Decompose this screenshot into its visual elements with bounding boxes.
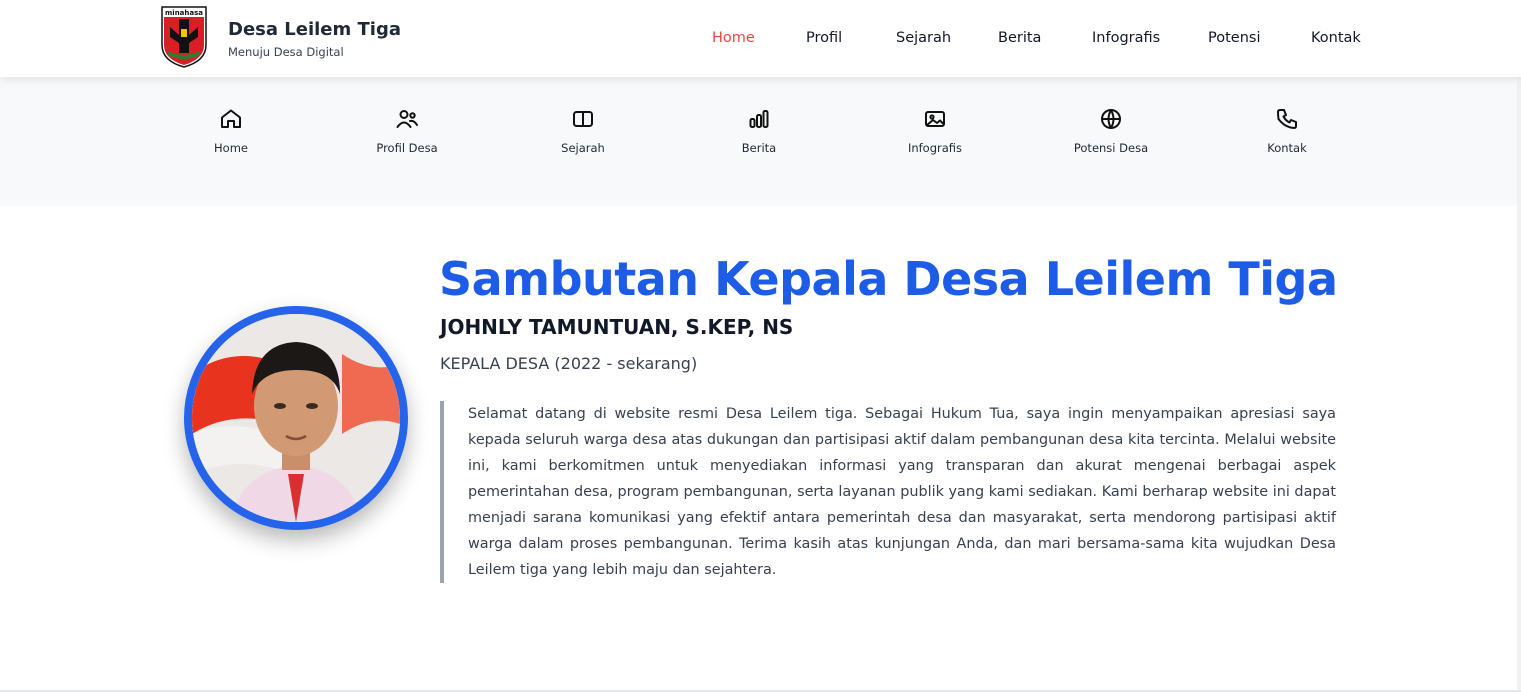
- quick-link-label: Sejarah: [561, 141, 605, 155]
- village-logo[interactable]: minahasa: [160, 5, 208, 68]
- phone-icon: [1277, 109, 1297, 129]
- nav-infografis[interactable]: Infografis: [1092, 30, 1160, 46]
- nav-potensi[interactable]: Potensi: [1208, 30, 1260, 46]
- quick-link-label: Potensi Desa: [1073, 141, 1149, 155]
- home-icon: [221, 109, 241, 128]
- site-header: minahasa Desa Leilem Tiga Menuju Desa Di…: [0, 0, 1521, 77]
- quick-link-profil[interactable]: Profil Desa: [347, 107, 467, 155]
- quick-link-kontak[interactable]: Kontak: [1227, 107, 1347, 155]
- users-icon: [396, 110, 418, 128]
- quick-link-label: Home: [214, 141, 248, 155]
- image-icon: [925, 111, 945, 127]
- book-icon: [573, 111, 593, 127]
- site-title[interactable]: Desa Leilem Tiga: [228, 19, 401, 40]
- quick-link-potensi[interactable]: Potensi Desa: [1051, 107, 1171, 155]
- village-head-photo: [184, 306, 408, 530]
- quick-link-label: Kontak: [1267, 141, 1307, 155]
- quick-link-home[interactable]: Home: [171, 107, 291, 155]
- village-head-name: JOHNLY TAMUNTUAN, S.KEP, NS: [440, 315, 794, 339]
- bar-chart-icon: [749, 110, 769, 128]
- nav-sejarah[interactable]: Sejarah: [896, 30, 951, 46]
- welcome-message-quote: Selamat datang di website resmi Desa Lei…: [440, 401, 1336, 583]
- page-scrollbar[interactable]: [1517, 0, 1521, 692]
- quick-link-infografis[interactable]: Infografis: [875, 107, 995, 155]
- village-head-position: KEPALA DESA (2022 - sekarang): [440, 354, 698, 373]
- quick-link-label: Berita: [741, 141, 777, 155]
- quick-link-berita[interactable]: Berita: [699, 107, 819, 155]
- nav-profil[interactable]: Profil: [806, 30, 842, 46]
- nav-kontak[interactable]: Kontak: [1311, 30, 1361, 46]
- nav-home[interactable]: Home: [712, 30, 755, 46]
- logo-text: minahasa: [165, 9, 203, 17]
- quick-link-sejarah[interactable]: Sejarah: [523, 107, 643, 155]
- page-title: Sambutan Kepala Desa Leilem Tiga: [439, 252, 1338, 306]
- nav-berita[interactable]: Berita: [998, 30, 1041, 46]
- quick-link-label: Profil Desa: [376, 141, 438, 155]
- quick-link-label: Infografis: [907, 141, 963, 155]
- site-subtitle: Menuju Desa Digital: [228, 45, 344, 59]
- welcome-message-text: Selamat datang di website resmi Desa Lei…: [468, 406, 1336, 578]
- quick-icon-bar: Home Profil Desa Sejarah Berita Infograf…: [0, 77, 1521, 206]
- globe-icon: [1101, 109, 1121, 129]
- portrait-image: [192, 314, 400, 522]
